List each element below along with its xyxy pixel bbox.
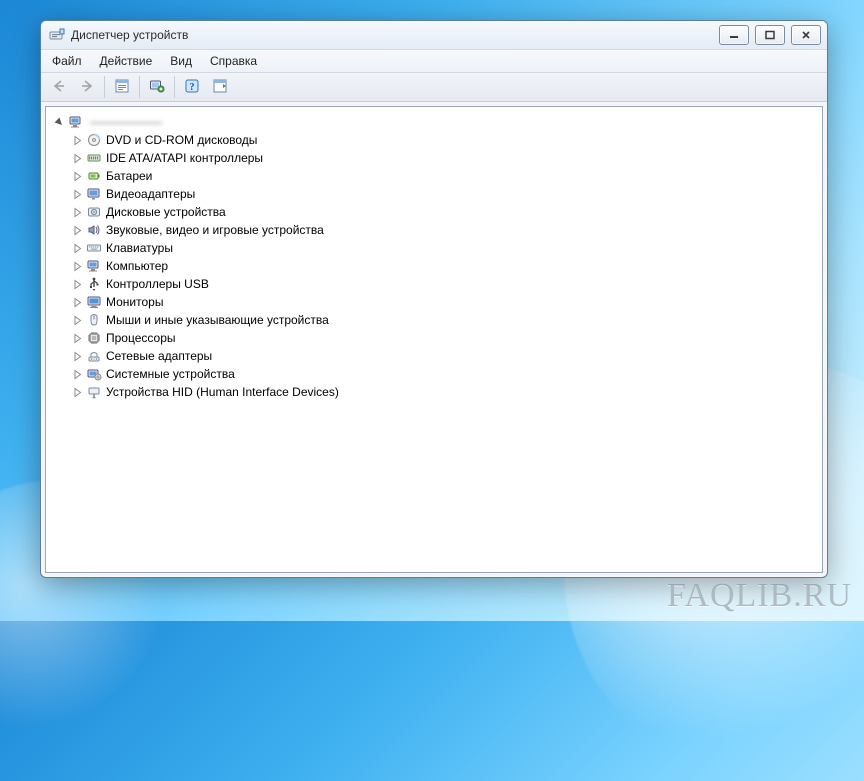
- disc-icon: [86, 132, 102, 148]
- tree-category[interactable]: Устройства HID (Human Interface Devices): [50, 383, 818, 401]
- device-tree-panel[interactable]: ——————DVD и CD-ROM дисководыIDE ATA/ATAP…: [45, 106, 823, 573]
- ide-icon: [86, 150, 102, 166]
- menubar: Файл Действие Вид Справка: [41, 50, 827, 73]
- help-icon: ?: [184, 78, 200, 97]
- arrow-right-icon: [79, 78, 95, 97]
- tree-category-label: Сетевые адаптеры: [106, 347, 212, 365]
- tree-category-label: Звуковые, видео и игровые устройства: [106, 221, 324, 239]
- tree-category-label: DVD и CD-ROM дисководы: [106, 131, 257, 149]
- menu-help[interactable]: Справка: [201, 50, 266, 72]
- toolbar-separator: [139, 76, 140, 98]
- help-button[interactable]: ?: [179, 74, 205, 100]
- expander-closed-icon[interactable]: [72, 333, 83, 344]
- close-button[interactable]: [791, 25, 821, 45]
- scan-hardware-icon: [149, 78, 165, 97]
- expander-closed-icon[interactable]: [72, 135, 83, 146]
- tree-root-node[interactable]: ——————: [50, 113, 818, 131]
- toolbar-separator: [104, 76, 105, 98]
- tree-category-label: Видеоадаптеры: [106, 185, 195, 203]
- toolbar: ?: [41, 73, 827, 102]
- show-hidden-icon: [212, 78, 228, 97]
- expander-closed-icon[interactable]: [72, 315, 83, 326]
- mouse-icon: [86, 312, 102, 328]
- tree-category[interactable]: Системные устройства: [50, 365, 818, 383]
- tree-category[interactable]: Мыши и иные указывающие устройства: [50, 311, 818, 329]
- computer-icon: [86, 258, 102, 274]
- tree-category[interactable]: Мониторы: [50, 293, 818, 311]
- menu-file[interactable]: Файл: [43, 50, 91, 72]
- properties-icon: [114, 78, 130, 97]
- tree-category-label: Мыши и иные указывающие устройства: [106, 311, 329, 329]
- hdd-icon: [86, 204, 102, 220]
- expander-closed-icon[interactable]: [72, 153, 83, 164]
- tree-category-label: Батареи: [106, 167, 152, 185]
- toolbar-separator: [174, 76, 175, 98]
- expander-closed-icon[interactable]: [72, 189, 83, 200]
- expander-closed-icon[interactable]: [72, 297, 83, 308]
- tree-category[interactable]: Клавиатуры: [50, 239, 818, 257]
- tree-category-label: Системные устройства: [106, 365, 235, 383]
- usb-icon: [86, 276, 102, 292]
- expander-closed-icon[interactable]: [72, 171, 83, 182]
- expander-closed-icon[interactable]: [72, 261, 83, 272]
- expander-closed-icon[interactable]: [72, 369, 83, 380]
- titlebar[interactable]: Диспетчер устройств: [41, 21, 827, 50]
- expander-closed-icon[interactable]: [72, 351, 83, 362]
- tree-category[interactable]: Сетевые адаптеры: [50, 347, 818, 365]
- maximize-button[interactable]: [755, 25, 785, 45]
- tree-category[interactable]: Контроллеры USB: [50, 275, 818, 293]
- tree-category[interactable]: Видеоадаптеры: [50, 185, 818, 203]
- minimize-button[interactable]: [719, 25, 749, 45]
- tree-category[interactable]: Звуковые, видео и игровые устройства: [50, 221, 818, 239]
- expander-closed-icon[interactable]: [72, 207, 83, 218]
- monitor-icon: [86, 294, 102, 310]
- app-icon: [49, 27, 65, 43]
- scan-hardware-button[interactable]: [144, 74, 170, 100]
- expander-closed-icon[interactable]: [72, 243, 83, 254]
- window-buttons: [719, 25, 821, 45]
- tree-category-label: IDE ATA/ATAPI контроллеры: [106, 149, 263, 167]
- tree-category[interactable]: Компьютер: [50, 257, 818, 275]
- show-hidden-button[interactable]: [207, 74, 233, 100]
- display-icon: [86, 186, 102, 202]
- tree-category-label: Мониторы: [106, 293, 163, 311]
- cpu-icon: [86, 330, 102, 346]
- tree-category[interactable]: Дисковые устройства: [50, 203, 818, 221]
- tree-category[interactable]: DVD и CD-ROM дисководы: [50, 131, 818, 149]
- tree-category[interactable]: IDE ATA/ATAPI контроллеры: [50, 149, 818, 167]
- arrow-left-icon: [51, 78, 67, 97]
- properties-button[interactable]: [109, 74, 135, 100]
- computer-icon: [68, 114, 84, 130]
- tree-category[interactable]: Батареи: [50, 167, 818, 185]
- menu-action[interactable]: Действие: [91, 50, 162, 72]
- expander-closed-icon[interactable]: [72, 225, 83, 236]
- forward-button: [74, 74, 100, 100]
- device-manager-window: Диспетчер устройств Файл Действие Вид Сп…: [40, 20, 828, 578]
- expander-closed-icon[interactable]: [72, 387, 83, 398]
- tree-category-label: Компьютер: [106, 257, 168, 275]
- expander-closed-icon[interactable]: [72, 279, 83, 290]
- menu-view[interactable]: Вид: [161, 50, 201, 72]
- battery-icon: [86, 168, 102, 184]
- tree-category-label: Процессоры: [106, 329, 176, 347]
- svg-text:?: ?: [190, 82, 195, 93]
- expander-open-icon[interactable]: [54, 117, 65, 128]
- computer-name: ——————: [88, 113, 162, 131]
- system-icon: [86, 366, 102, 382]
- tree-category-label: Контроллеры USB: [106, 275, 209, 293]
- tree-category[interactable]: Процессоры: [50, 329, 818, 347]
- tree-category-label: Устройства HID (Human Interface Devices): [106, 383, 339, 401]
- tree-category-label: Клавиатуры: [106, 239, 173, 257]
- back-button: [46, 74, 72, 100]
- audio-icon: [86, 222, 102, 238]
- keyboard-icon: [86, 240, 102, 256]
- network-icon: [86, 348, 102, 364]
- tree-category-label: Дисковые устройства: [106, 203, 226, 221]
- hid-icon: [86, 384, 102, 400]
- window-title: Диспетчер устройств: [71, 28, 188, 42]
